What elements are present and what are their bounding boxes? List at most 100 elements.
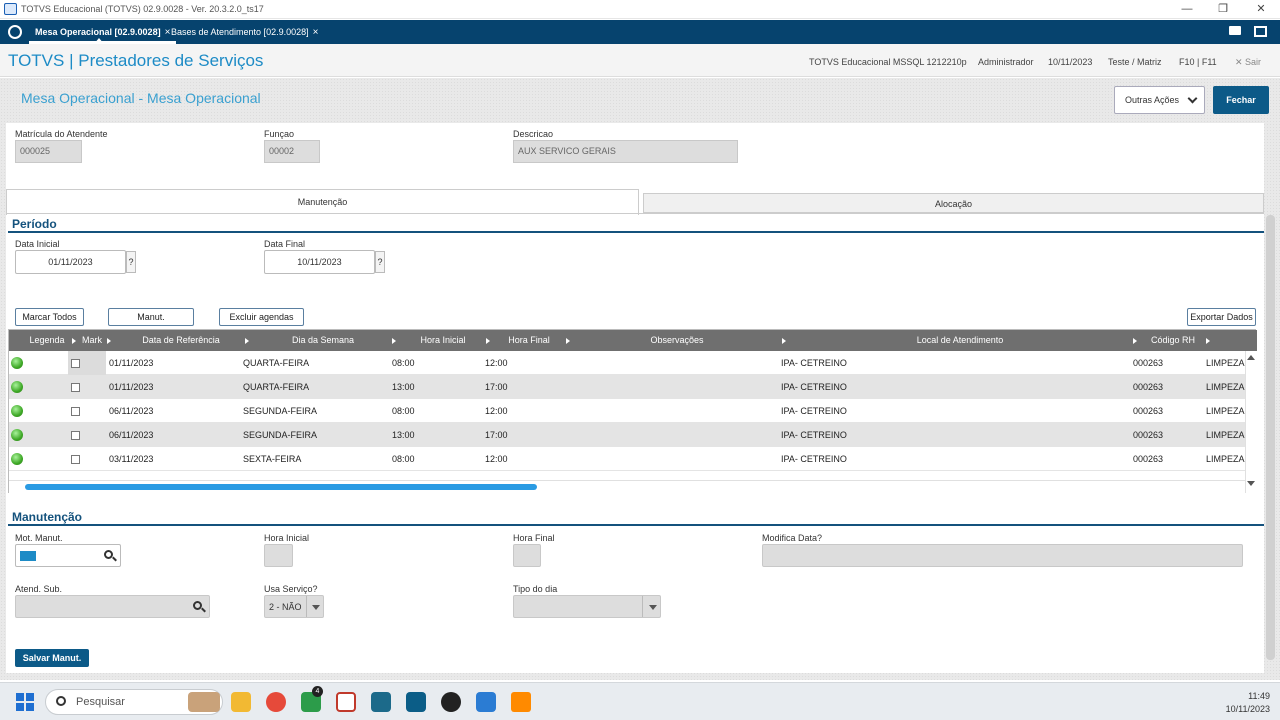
outras-acoes-button[interactable]: Outras Ações: [1114, 86, 1205, 114]
minimize-button[interactable]: —: [1177, 2, 1197, 16]
col-separator-icon[interactable]: [782, 338, 786, 344]
notification-badge: 4: [312, 686, 323, 697]
user-info[interactable]: Administrador: [978, 57, 1034, 67]
cell-data: 01/11/2023: [109, 382, 154, 392]
tipo-dia-select[interactable]: [513, 595, 661, 618]
cell-hora-inicial: 08:00: [392, 406, 415, 416]
mark-checkbox[interactable]: [71, 359, 80, 368]
col-separator-icon[interactable]: [245, 338, 249, 344]
modifica-data-label: Modifica Data?: [762, 533, 823, 543]
col-legenda[interactable]: Legenda: [25, 330, 69, 351]
col-hora-inicial[interactable]: Hora Inicial: [399, 330, 487, 351]
col-dia-semana[interactable]: Dia da Semana: [253, 330, 393, 351]
close-window-button[interactable]: ✕: [1251, 2, 1271, 16]
table-row[interactable]: 06/11/2023 SEGUNDA-FEIRA 13:00 17:00 IPA…: [9, 423, 1245, 447]
file-explorer-icon[interactable]: [231, 692, 251, 712]
excluir-agendas-button[interactable]: Excluir agendas: [219, 308, 304, 326]
table-row[interactable]: 01/11/2023 QUARTA-FEIRA 08:00 12:00 IPA-…: [9, 351, 1245, 375]
col-separator-icon[interactable]: [392, 338, 396, 344]
tab-alocacao[interactable]: Alocação: [643, 193, 1264, 213]
tab-label: Mesa Operacional [02.9.0028]: [35, 27, 161, 37]
snipping-tool-icon[interactable]: [336, 692, 356, 712]
data-final-help-button[interactable]: ?: [375, 251, 385, 273]
mark-checkbox[interactable]: [71, 407, 80, 416]
col-separator-icon[interactable]: [72, 338, 76, 344]
hora-final-label: Hora Final: [513, 533, 555, 543]
mail-icon[interactable]: [1229, 26, 1241, 35]
cell-data: 06/11/2023: [109, 406, 154, 416]
col-codigo-rh[interactable]: Código RH: [1139, 330, 1207, 351]
data-final-input[interactable]: 10/11/2023: [264, 250, 375, 274]
home-icon[interactable]: [8, 25, 22, 39]
cell-hora-inicial: 08:00: [392, 454, 415, 464]
grid-horizontal-scrollbar[interactable]: [9, 480, 1245, 493]
manutencao-section-title: Manutenção: [12, 510, 83, 524]
remote-desktop-icon[interactable]: [406, 692, 426, 712]
scroll-down-icon[interactable]: [1247, 481, 1255, 486]
col-separator-icon[interactable]: [1206, 338, 1210, 344]
col-local-atendimento[interactable]: Local de Atendimento: [787, 330, 1133, 351]
windows-start-icon[interactable]: [16, 693, 34, 711]
scroll-up-icon[interactable]: [1247, 355, 1255, 360]
mot-manut-input[interactable]: [15, 544, 121, 567]
widgets-icon[interactable]: [188, 692, 220, 712]
matricula-label: Matrícula do Atendente: [15, 129, 108, 139]
col-observacoes[interactable]: Observações: [571, 330, 783, 351]
col-mark[interactable]: Mark: [81, 330, 103, 351]
data-inicial-help-button[interactable]: ?: [126, 251, 136, 273]
col-separator-icon[interactable]: [486, 338, 490, 344]
chrome-icon[interactable]: [266, 692, 286, 712]
modifica-data-input: [762, 544, 1243, 567]
tab-manutencao[interactable]: Manutenção: [6, 189, 639, 215]
grid-vertical-scrollbar[interactable]: [1245, 351, 1256, 493]
mark-checkbox[interactable]: [71, 431, 80, 440]
tab-bases-atendimento[interactable]: Bases de Atendimento [02.9.0028] ×: [165, 20, 324, 44]
cell-data: 01/11/2023: [109, 358, 154, 368]
page-scrollbar[interactable]: [1266, 215, 1275, 660]
media-app-icon[interactable]: [441, 692, 461, 712]
data-final-label: Data Final: [264, 239, 306, 249]
maximize-button[interactable]: ❐: [1213, 2, 1233, 16]
date-info: 10/11/2023: [1048, 57, 1093, 67]
col-separator-icon[interactable]: [566, 338, 570, 344]
table-row[interactable]: 06/11/2023 SEGUNDA-FEIRA 08:00 12:00 IPA…: [9, 399, 1245, 423]
table-row[interactable]: 03/11/2023 SEXTA-FEIRA 08:00 12:00 IPA- …: [9, 447, 1245, 471]
select-divider: [306, 596, 307, 617]
company-info[interactable]: Teste / Matriz: [1108, 57, 1162, 67]
taskbar-search-label: Pesquisar: [76, 696, 125, 708]
search-icon[interactable]: [104, 550, 113, 559]
exit-button[interactable]: ✕ Sair: [1235, 57, 1261, 68]
usa-servico-select[interactable]: 2 - NÃO: [264, 595, 324, 618]
cell-dia: QUARTA-FEIRA: [243, 382, 310, 392]
vlc-icon[interactable]: [511, 692, 531, 712]
chevron-down-icon[interactable]: [649, 605, 657, 610]
fechar-button[interactable]: Fechar: [1213, 86, 1269, 114]
col-separator-icon[interactable]: [107, 338, 111, 344]
window-mode-icon[interactable]: [1254, 26, 1267, 37]
exportar-dados-button[interactable]: Exportar Dados: [1187, 308, 1256, 326]
notes-app-icon[interactable]: [476, 692, 496, 712]
cell-dia: SEGUNDA-FEIRA: [243, 406, 318, 416]
marcar-todos-button[interactable]: Marcar Todos: [15, 308, 84, 326]
col-separator-icon[interactable]: [1133, 338, 1137, 344]
col-hora-final[interactable]: Hora Final: [492, 330, 566, 351]
search-icon[interactable]: [193, 601, 202, 610]
salvar-manut-button[interactable]: Salvar Manut.: [15, 649, 89, 667]
col-data-referencia[interactable]: Data de Referência: [113, 330, 249, 351]
mark-checkbox[interactable]: [71, 455, 80, 464]
input-cursor: [20, 551, 36, 561]
mark-checkbox[interactable]: [71, 383, 80, 392]
scroll-thumb[interactable]: [25, 484, 537, 490]
table-row[interactable]: 01/11/2023 QUARTA-FEIRA 13:00 17:00 IPA-…: [9, 375, 1245, 399]
cell-data: 03/11/2023: [109, 454, 154, 464]
chevron-down-icon[interactable]: [312, 605, 320, 610]
matricula-field: 000025: [15, 140, 82, 163]
totvs-app-icon[interactable]: [371, 692, 391, 712]
tab-divider: [6, 213, 1264, 214]
taskbar-clock[interactable]: 11:49 10/11/2023: [1200, 690, 1270, 716]
manut-relacionadas-button[interactable]: Manut. Relacionadas: [108, 308, 194, 338]
chat-app-icon[interactable]: 4: [301, 686, 323, 712]
tab-close-icon[interactable]: ×: [313, 27, 319, 38]
descricao-label: Descricao: [513, 129, 554, 139]
data-inicial-input[interactable]: 01/11/2023: [15, 250, 126, 274]
